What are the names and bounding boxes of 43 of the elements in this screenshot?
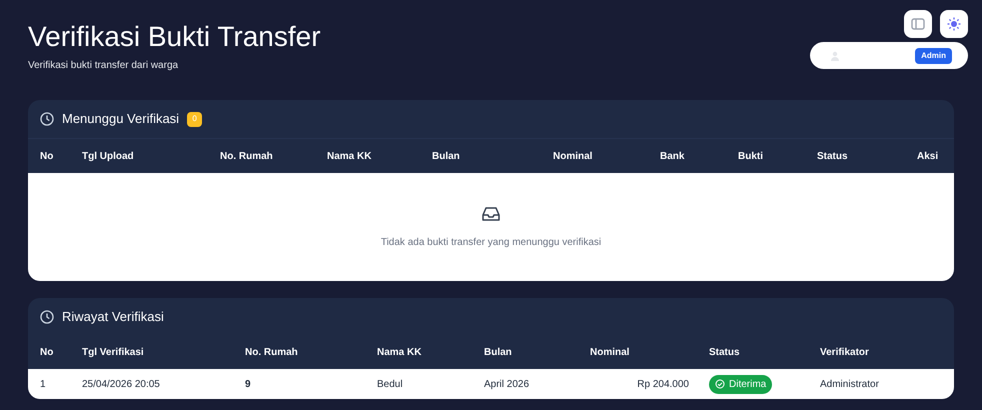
table-cell-text: Administrator — [820, 378, 880, 392]
column-header: No. Rumah — [220, 150, 274, 164]
page-title: Verifikasi Bukti Transfer — [28, 20, 321, 54]
column-header: Bukti — [738, 150, 764, 164]
table-cell-text: 9 — [245, 378, 252, 392]
column-header: Nama KK — [327, 150, 372, 164]
table-cell-text: Bedul — [377, 378, 404, 392]
column-header: Bulan — [432, 150, 461, 164]
sidebar-toggle-button[interactable] — [904, 10, 932, 38]
section-title: Menunggu Verifikasi — [62, 110, 180, 128]
column-header: Nama KK — [377, 346, 422, 360]
empty-message: Tidak ada bukti transfer yang menunggu verifikasi — [380, 236, 602, 250]
column-header: Verifikator — [820, 346, 870, 360]
column-header: Bulan — [484, 346, 513, 360]
user-pill[interactable]: Admin — [810, 42, 968, 69]
user-icon — [830, 50, 840, 60]
table-cell-text: 1 — [40, 378, 47, 392]
section-title: Riwayat Verifikasi — [62, 308, 164, 326]
column-header: Nominal — [553, 150, 594, 164]
check-circle-icon — [715, 379, 725, 389]
page-subtitle: Verifikasi bukti transfer dari warga — [28, 59, 180, 73]
table-cell-text: 25/04/2026 20:05 — [82, 378, 161, 392]
column-header: No — [40, 150, 54, 164]
column-header: Status — [817, 150, 849, 164]
column-header: No — [40, 346, 54, 360]
inbox-icon — [481, 204, 501, 222]
column-header: Status — [709, 346, 741, 360]
column-header: Tgl Verifikasi — [82, 346, 145, 360]
table-cell-text: April 2026 — [484, 378, 530, 392]
column-header: Tgl Upload — [82, 150, 135, 164]
sidebar-icon — [911, 17, 925, 31]
clock-icon — [40, 310, 54, 324]
column-header: Bank — [660, 150, 686, 164]
column-header: No. Rumah — [245, 346, 299, 360]
clock-icon — [40, 112, 54, 126]
count-badge: 0 — [187, 112, 202, 126]
column-header: Aksi — [917, 150, 938, 164]
role-badge: Admin — [915, 48, 952, 64]
sun-icon — [947, 17, 961, 31]
column-header: Nominal — [590, 346, 630, 360]
status-badge: Diterima — [709, 374, 772, 394]
table-cell-text: Rp 204.000 — [637, 378, 690, 392]
theme-toggle-button[interactable] — [940, 10, 968, 38]
